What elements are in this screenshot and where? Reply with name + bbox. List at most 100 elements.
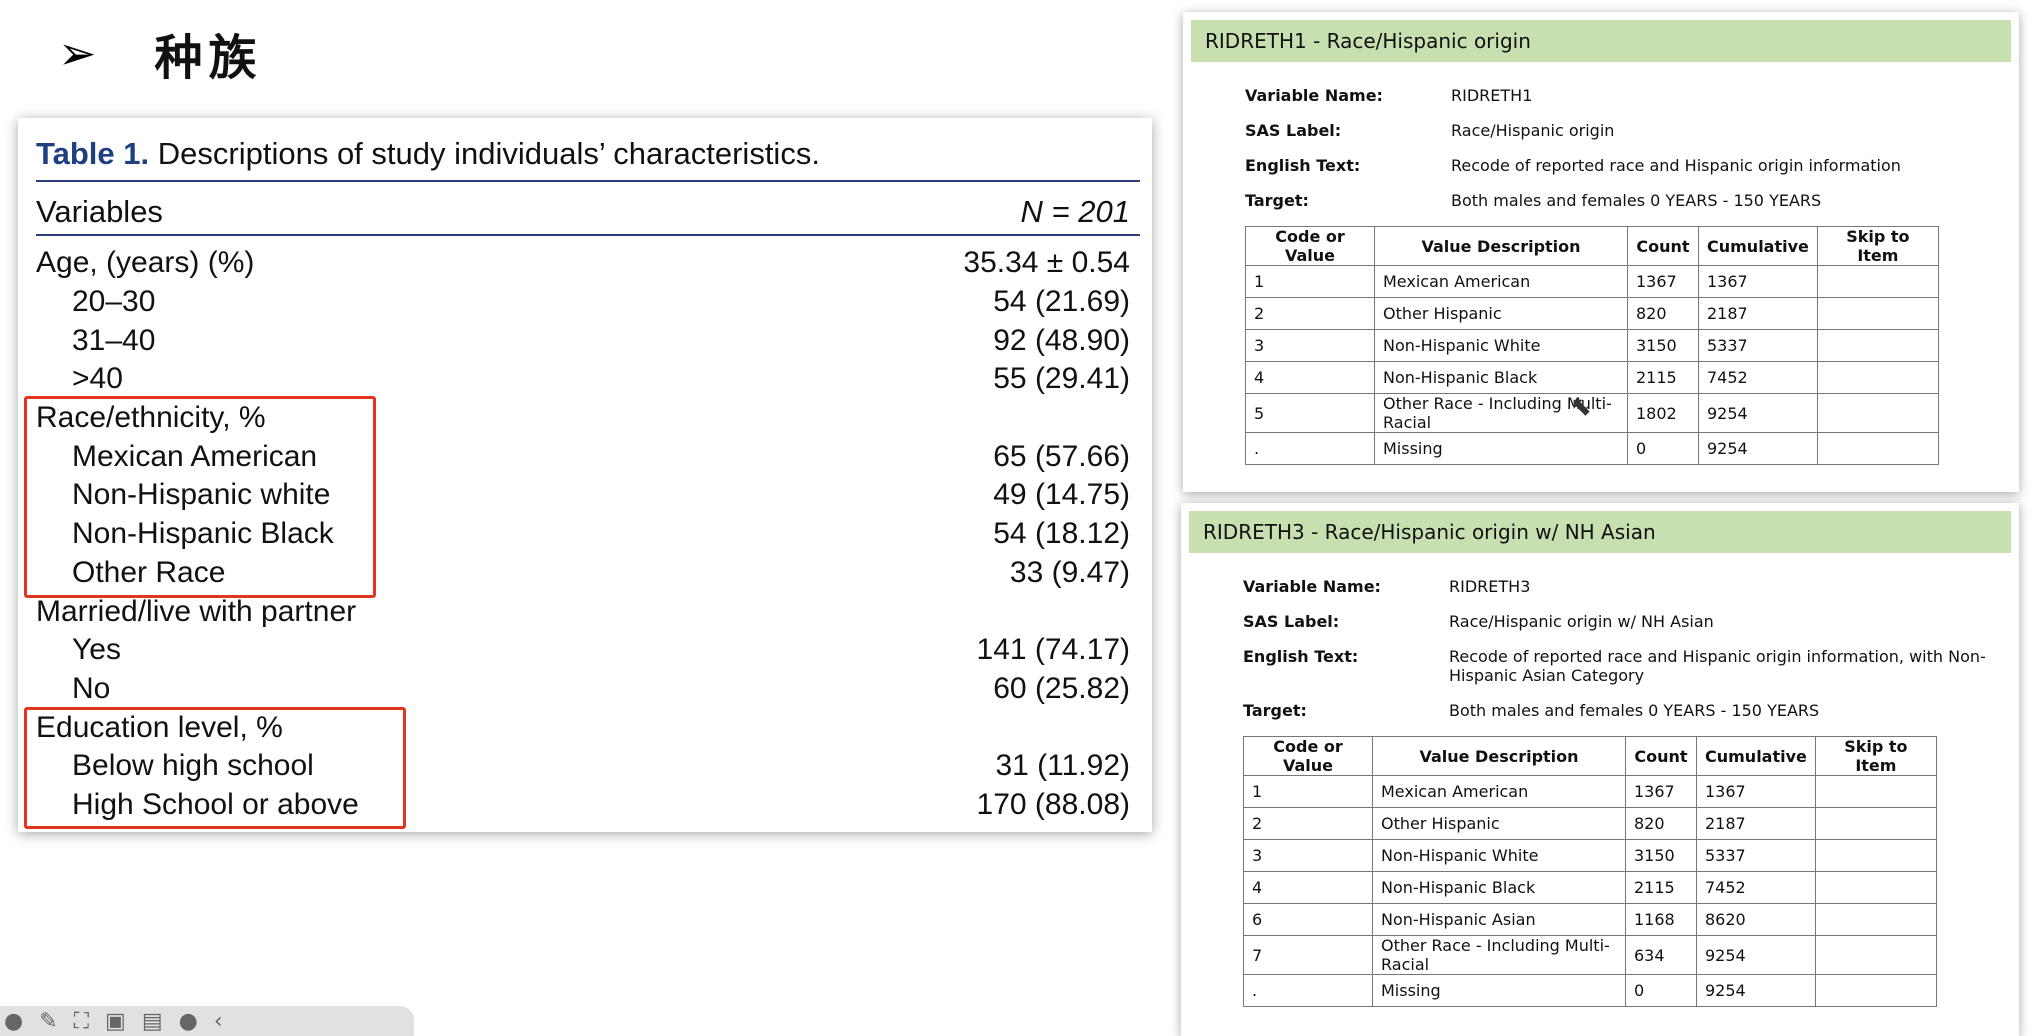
table1-row-label: Yes: [72, 633, 121, 667]
codebook-cell: [1814, 903, 1937, 936]
codebook-cell: 0: [1627, 432, 1699, 465]
back-icon[interactable]: ‹: [214, 1009, 223, 1034]
meta-value: Recode of reported race and Hispanic ori…: [1451, 156, 1901, 175]
table1-top-rule: [36, 180, 1140, 182]
codebook-row: . Missing 0 9254: [1245, 432, 1939, 465]
codebook-cell: 7452: [1698, 361, 1818, 394]
ridreth3-panel: RIDRETH3 - Race/Hispanic origin w/ NH As…: [1181, 503, 2019, 1036]
codebook-cell: [1816, 361, 1939, 394]
codebook-header-cell: Cumulative: [1698, 226, 1818, 266]
codebook-row: 7 Other Race - Including Multi-Racial 634 9…: [1243, 935, 1937, 975]
codebook-cell: .: [1245, 432, 1375, 465]
meta-row: SAS Label: Race/Hispanic origin w/ NH Asi…: [1243, 612, 2019, 631]
codebook-cell: Mexican American: [1374, 265, 1628, 298]
meta-row: English Text: Recode of reported race and…: [1243, 647, 2019, 685]
codebook-cell: 1: [1245, 265, 1375, 298]
codebook-cell: [1814, 935, 1937, 975]
table1-row-value: 49 (14.75): [993, 478, 1130, 512]
codebook-cell: 634: [1625, 935, 1697, 975]
table1-row-label: Age, (years) (%): [36, 246, 255, 280]
codebook-row: 6 Non-Hispanic Asian 1168 8620: [1243, 903, 1937, 936]
ridreth3-title: RIDRETH3 - Race/Hispanic origin w/ NH As…: [1189, 511, 2011, 553]
codebook-cell: 4: [1243, 871, 1373, 904]
camera-icon[interactable]: ▣: [105, 1009, 126, 1034]
codebook-cell: 2115: [1627, 361, 1699, 394]
window-icon[interactable]: ▤: [142, 1009, 163, 1034]
table1-col-variables: Variables: [36, 194, 163, 229]
codebook-cell: 2: [1245, 297, 1375, 330]
table1-row: >40 55 (29.41): [36, 360, 1130, 399]
chat-icon[interactable]: ●: [179, 1009, 198, 1034]
table1-row: 20–30 54 (21.69): [36, 283, 1130, 322]
meta-row: SAS Label: Race/Hispanic origin: [1245, 121, 2019, 140]
codebook-cell: 2: [1243, 807, 1373, 840]
codebook-header-cell: Skip to Item: [1814, 736, 1937, 776]
codebook-cell: 9254: [1696, 935, 1816, 975]
meta-key: SAS Label:: [1245, 121, 1342, 140]
table1-row-value: 60 (25.82): [993, 671, 1130, 705]
table1-row-label: No: [72, 671, 111, 705]
codebook-cell: [1814, 775, 1937, 808]
codebook-cell: 5337: [1698, 329, 1818, 362]
table1-row: Yes 141 (74.17): [36, 631, 1130, 670]
codebook-cell: 820: [1627, 297, 1699, 330]
meta-value: Race/Hispanic origin w/ NH Asian: [1449, 612, 1714, 631]
meta-row: English Text: Recode of reported race and…: [1245, 156, 2019, 175]
codebook-header-cell: Count: [1627, 226, 1699, 266]
codebook-header-cell: Code or Value: [1243, 736, 1373, 776]
table1-row: Age, (years) (%) 35.34 ± 0.54: [36, 244, 1130, 283]
meta-value: Recode of reported race and Hispanic ori…: [1449, 647, 1986, 685]
codebook-cell: 1367: [1625, 775, 1697, 808]
screenshot-icon[interactable]: ⛶: [74, 1009, 89, 1034]
codebook-cell: [1816, 297, 1939, 330]
table1-row-value: 54 (18.12): [993, 517, 1130, 551]
meta-key: Variable Name:: [1245, 86, 1383, 105]
codebook-header-cell: Cumulative: [1696, 736, 1816, 776]
record-icon[interactable]: ●: [4, 1009, 23, 1034]
meta-row: Target: Both males and females 0 YEARS - …: [1245, 191, 2019, 210]
codebook-row: . Missing 0 9254: [1243, 974, 1937, 1007]
codebook-cell: [1814, 974, 1937, 1007]
codebook-cell: Other Hispanic: [1372, 807, 1626, 840]
meta-value: RIDRETH1: [1451, 86, 1533, 105]
codebook-cell: 1367: [1698, 265, 1818, 298]
codebook-cell: 8620: [1696, 903, 1816, 936]
ridreth1-title: RIDRETH1 - Race/Hispanic origin: [1191, 20, 2011, 62]
codebook-header-cell: Value Description: [1372, 736, 1626, 776]
codebook-cell: 1367: [1696, 775, 1816, 808]
codebook-cell: 4: [1245, 361, 1375, 394]
codebook-cell: 9254: [1698, 393, 1818, 433]
codebook-cell: [1816, 432, 1939, 465]
codebook-cell: Non-Hispanic White: [1374, 329, 1628, 362]
pen-icon[interactable]: ✎: [39, 1009, 57, 1034]
codebook-cell: 3: [1243, 839, 1373, 872]
table1-header: Variables N = 201: [36, 194, 1130, 230]
codebook-header-row: Code or Value Value Description Count Cumul…: [1245, 226, 1939, 266]
codebook-cell: 5337: [1696, 839, 1816, 872]
race-highlight-box: [24, 396, 376, 598]
codebook-cell: [1816, 265, 1939, 298]
codebook-header-cell: Count: [1625, 736, 1697, 776]
table1-figure: Table 1. Descriptions of study individua…: [18, 118, 1152, 832]
codebook-cell: 2187: [1696, 807, 1816, 840]
table1-row-label: 31–40: [72, 323, 156, 357]
codebook-cell: 3150: [1625, 839, 1697, 872]
codebook-cell: 1367: [1627, 265, 1699, 298]
table1-row-value: 35.34 ± 0.54: [963, 246, 1130, 280]
codebook-cell: 1802: [1627, 393, 1699, 433]
codebook-cell: 0: [1625, 974, 1697, 1007]
codebook-row: 3 Non-Hispanic White 3150 5337: [1243, 839, 1937, 872]
education-highlight-box: [24, 707, 406, 829]
table1-row-value: 141 (74.17): [976, 633, 1130, 667]
table1-row-value: 54 (21.69): [993, 285, 1130, 319]
ridreth1-panel: RIDRETH1 - Race/Hispanic origin Variable…: [1183, 12, 2019, 492]
meta-key: Target:: [1245, 191, 1309, 210]
codebook-cell: Mexican American: [1372, 775, 1626, 808]
table1-number: Table 1.: [36, 136, 150, 171]
ridreth3-meta: Variable Name: RIDRETH3 SAS Label: Race/His…: [1243, 577, 2019, 720]
codebook-header-cell: Code or Value: [1245, 226, 1375, 266]
meta-key: English Text:: [1245, 156, 1361, 175]
table1-row-label: Married/live with partner: [36, 594, 357, 628]
codebook-row: 4 Non-Hispanic Black 2115 7452: [1243, 871, 1937, 904]
codebook-header-cell: Skip to Item: [1816, 226, 1939, 266]
